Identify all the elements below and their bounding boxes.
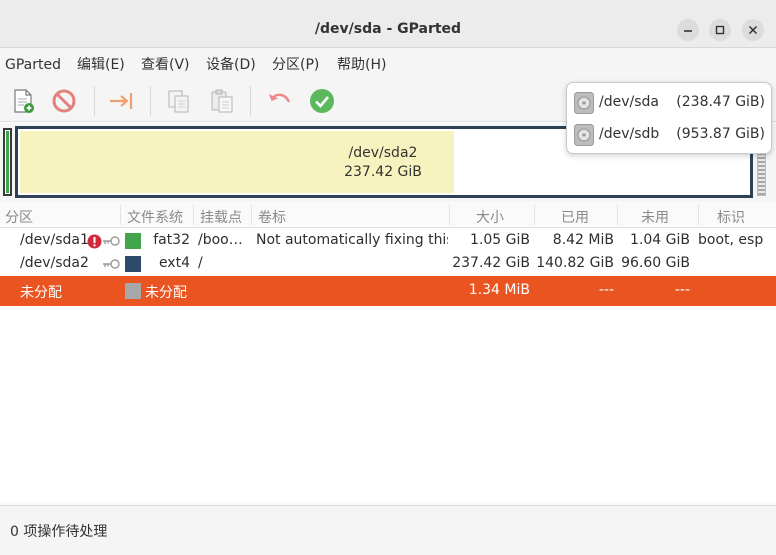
warning-icon: [87, 234, 102, 249]
column-header-flags[interactable]: 标识: [717, 207, 745, 227]
partition-name: /dev/sda2: [20, 255, 89, 271]
column-separator: [193, 205, 194, 225]
column-separator: [120, 205, 121, 225]
menu-device[interactable]: 设备(D): [206, 48, 256, 82]
resize-move-icon: [110, 93, 133, 109]
column-separator: [698, 205, 699, 225]
filesystem-color-swatch: [125, 256, 141, 272]
partition-used: ---: [598, 282, 614, 298]
column-separator: [449, 205, 450, 225]
toolbar-separator: [250, 86, 251, 116]
hard-disk-icon: [574, 92, 594, 114]
device-name: /dev/sdb: [599, 126, 660, 142]
menu-edit[interactable]: 编辑(E): [77, 48, 125, 82]
window-title: /dev/sda - GParted: [314, 21, 462, 37]
column-header-size[interactable]: 大小: [476, 207, 504, 227]
close-icon: [748, 25, 758, 35]
filesystem: ext4: [158, 255, 190, 271]
status-bar: 0 项操作待处理: [0, 505, 776, 555]
menu-partition[interactable]: 分区(P): [272, 48, 319, 82]
partition-block-size: 237.42 GiB: [344, 164, 422, 180]
paste-icon: [211, 89, 233, 113]
partition-size: 1.05 GiB: [470, 232, 530, 248]
partition-used: 8.42 MiB: [552, 232, 614, 248]
title-bar: /dev/sda - GParted: [0, 0, 776, 48]
device-selector-popup: /dev/sda (238.47 GiB) /dev/sdb (953.87 G…: [566, 82, 772, 154]
undo-icon: [269, 93, 291, 103]
maximize-icon: [715, 25, 725, 35]
undo-button[interactable]: [266, 88, 292, 114]
device-item-sdb[interactable]: /dev/sdb (953.87 GiB): [567, 119, 773, 151]
column-header-used[interactable]: 已用: [561, 207, 589, 227]
column-header-label[interactable]: 卷标: [258, 207, 286, 227]
paste-button[interactable]: [209, 88, 235, 114]
volume-label: Not automatically fixing this.: [256, 232, 448, 248]
partition-size: 1.34 MiB: [468, 282, 530, 298]
device-name: /dev/sda: [599, 94, 659, 110]
menu-help[interactable]: 帮助(H): [337, 48, 386, 82]
toolbar-separator: [150, 86, 151, 116]
partition-used: 140.82 GiB: [536, 255, 614, 271]
menu-view[interactable]: 查看(V): [141, 48, 190, 82]
delete-icon: [52, 89, 76, 113]
column-header-unused[interactable]: 未用: [641, 207, 669, 227]
close-button[interactable]: [742, 19, 764, 41]
apply-button[interactable]: [309, 88, 335, 114]
pending-operations-status: 0 项操作待处理: [10, 524, 108, 540]
resize-move-button[interactable]: [108, 88, 134, 114]
filesystem: fat32: [153, 232, 190, 248]
mount-point: /: [198, 255, 203, 271]
copy-button[interactable]: [166, 88, 192, 114]
key-icon: [103, 236, 120, 246]
column-header-partition[interactable]: 分区: [5, 207, 33, 227]
partition-table: 分区 文件系统 挂载点 卷标 大小 已用 未用 标识 /dev/sda1 fat…: [0, 202, 776, 502]
partition-block-sda1[interactable]: [3, 128, 12, 196]
column-header-filesystem[interactable]: 文件系统: [127, 207, 183, 227]
apply-icon: [310, 89, 334, 113]
column-separator: [251, 205, 252, 225]
key-icon: [103, 259, 120, 269]
filesystem: 未分配: [145, 285, 187, 301]
table-row[interactable]: /dev/sda2 ext4 / 237.42 GiB 140.82 GiB 9…: [0, 252, 776, 276]
device-size: (953.87 GiB): [676, 126, 765, 142]
partition-flags: boot, esp: [698, 232, 764, 248]
used-space-fill: [20, 131, 454, 193]
menu-bar: GParted 编辑(E) 查看(V) 设备(D) 分区(P) 帮助(H): [0, 48, 776, 80]
mount-point: /boo…: [198, 232, 243, 248]
table-row[interactable]: /dev/sda1 fat32 /boo… Not automatically …: [0, 229, 776, 253]
partition-unused: 96.60 GiB: [621, 255, 690, 271]
maximize-button[interactable]: [709, 19, 731, 41]
toolbar-separator: [94, 86, 95, 116]
menu-gparted[interactable]: GParted: [5, 48, 61, 82]
partition-name: /dev/sda1: [20, 232, 89, 248]
minimize-button[interactable]: [677, 19, 699, 41]
delete-button[interactable]: [51, 88, 77, 114]
table-header: 分区 文件系统 挂载点 卷标 大小 已用 未用 标识: [0, 202, 776, 228]
copy-icon: [168, 90, 189, 113]
partition-unused: ---: [674, 282, 690, 298]
new-partition-icon: [14, 89, 34, 113]
column-separator: [617, 205, 618, 225]
device-size: (238.47 GiB): [676, 94, 765, 110]
device-item-sda[interactable]: /dev/sda (238.47 GiB): [567, 87, 773, 119]
filesystem-color-swatch: [125, 233, 141, 249]
table-row-selected[interactable]: 未分配 未分配 1.34 MiB --- ---: [0, 276, 776, 306]
column-header-mountpoint[interactable]: 挂载点: [200, 207, 242, 227]
partition-name: 未分配: [20, 285, 62, 301]
partition-unused: 1.04 GiB: [630, 232, 690, 248]
filesystem-color-swatch: [125, 283, 141, 299]
new-partition-button[interactable]: [10, 88, 36, 114]
minimize-icon: [684, 30, 692, 32]
hard-disk-icon: [574, 124, 594, 146]
column-separator: [534, 205, 535, 225]
partition-size: 237.42 GiB: [452, 255, 530, 271]
